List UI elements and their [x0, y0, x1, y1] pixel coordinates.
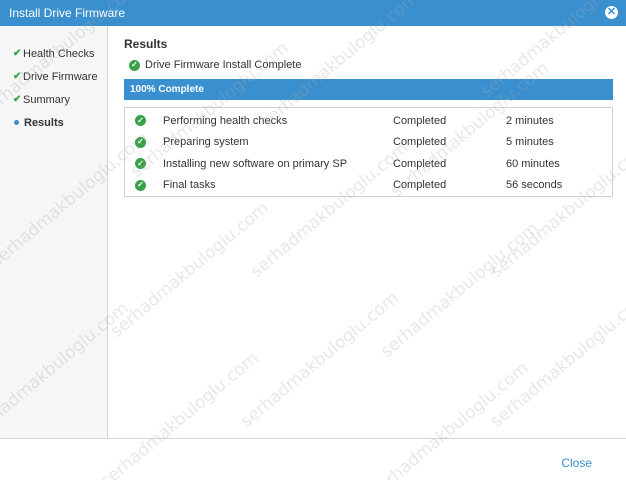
task-list: ✓ Performing health checks Completed 2 m… [124, 107, 613, 197]
task-name: Preparing system [163, 136, 249, 149]
step-label: Drive Firmware [23, 70, 98, 83]
task-status: Completed [393, 114, 447, 127]
check-circle-icon: ✓ [129, 59, 140, 71]
step-health-checks[interactable]: ✔ Health Checks [0, 42, 107, 65]
checkmark-icon: ✔ [13, 71, 22, 82]
results-panel: Results ✓ Drive Firmware Install Complet… [124, 26, 614, 438]
wizard-steps-sidebar: ✔ Health Checks ✔ Drive Firmware ✔ Summa… [0, 26, 108, 438]
task-duration: 60 minutes [506, 157, 560, 170]
complete-message-text: Drive Firmware Install Complete [145, 59, 302, 71]
window-title: Install Drive Firmware [9, 6, 126, 20]
checkmark-icon: ✔ [13, 48, 22, 59]
check-circle-icon: ✓ [135, 136, 146, 148]
task-name: Installing new software on primary SP [163, 157, 348, 170]
title-bar: Install Drive Firmware ✕ [0, 0, 626, 26]
task-name: Final tasks [163, 179, 216, 192]
complete-message: ✓ Drive Firmware Install Complete [129, 59, 301, 71]
task-duration: 56 seconds [506, 179, 563, 192]
task-row: ✓ Performing health checks Completed 2 m… [125, 110, 612, 132]
task-row: ✓ Preparing system Completed 5 minutes [125, 132, 612, 154]
step-results[interactable]: Results [0, 111, 107, 134]
step-label: Results [24, 116, 64, 129]
check-circle-icon: ✓ [135, 158, 146, 170]
close-circle-icon[interactable]: ✕ [605, 6, 618, 19]
task-status: Completed [393, 157, 447, 170]
task-row: ✓ Installing new software on primary SP … [125, 153, 612, 175]
task-status: Completed [393, 136, 447, 149]
close-button[interactable]: Close [561, 456, 592, 470]
progress-bar: 100% Complete [124, 79, 613, 100]
step-summary[interactable]: ✔ Summary [0, 88, 107, 111]
check-circle-icon: ✓ [135, 179, 146, 191]
step-label: Health Checks [23, 47, 95, 60]
check-circle-icon: ✓ [135, 115, 146, 127]
step-label: Summary [23, 93, 71, 106]
task-name: Performing health checks [163, 114, 288, 127]
task-duration: 2 minutes [506, 114, 554, 127]
step-drive-firmware[interactable]: ✔ Drive Firmware [0, 65, 107, 88]
progress-label: 100% Complete [130, 84, 204, 95]
task-status: Completed [393, 179, 447, 192]
task-row: ✓ Final tasks Completed 56 seconds [125, 175, 612, 197]
checkmark-icon: ✔ [13, 94, 22, 105]
task-duration: 5 minutes [506, 136, 554, 149]
results-heading: Results [124, 37, 168, 51]
bullet-icon [14, 120, 19, 125]
dialog-footer: Close [0, 438, 626, 480]
